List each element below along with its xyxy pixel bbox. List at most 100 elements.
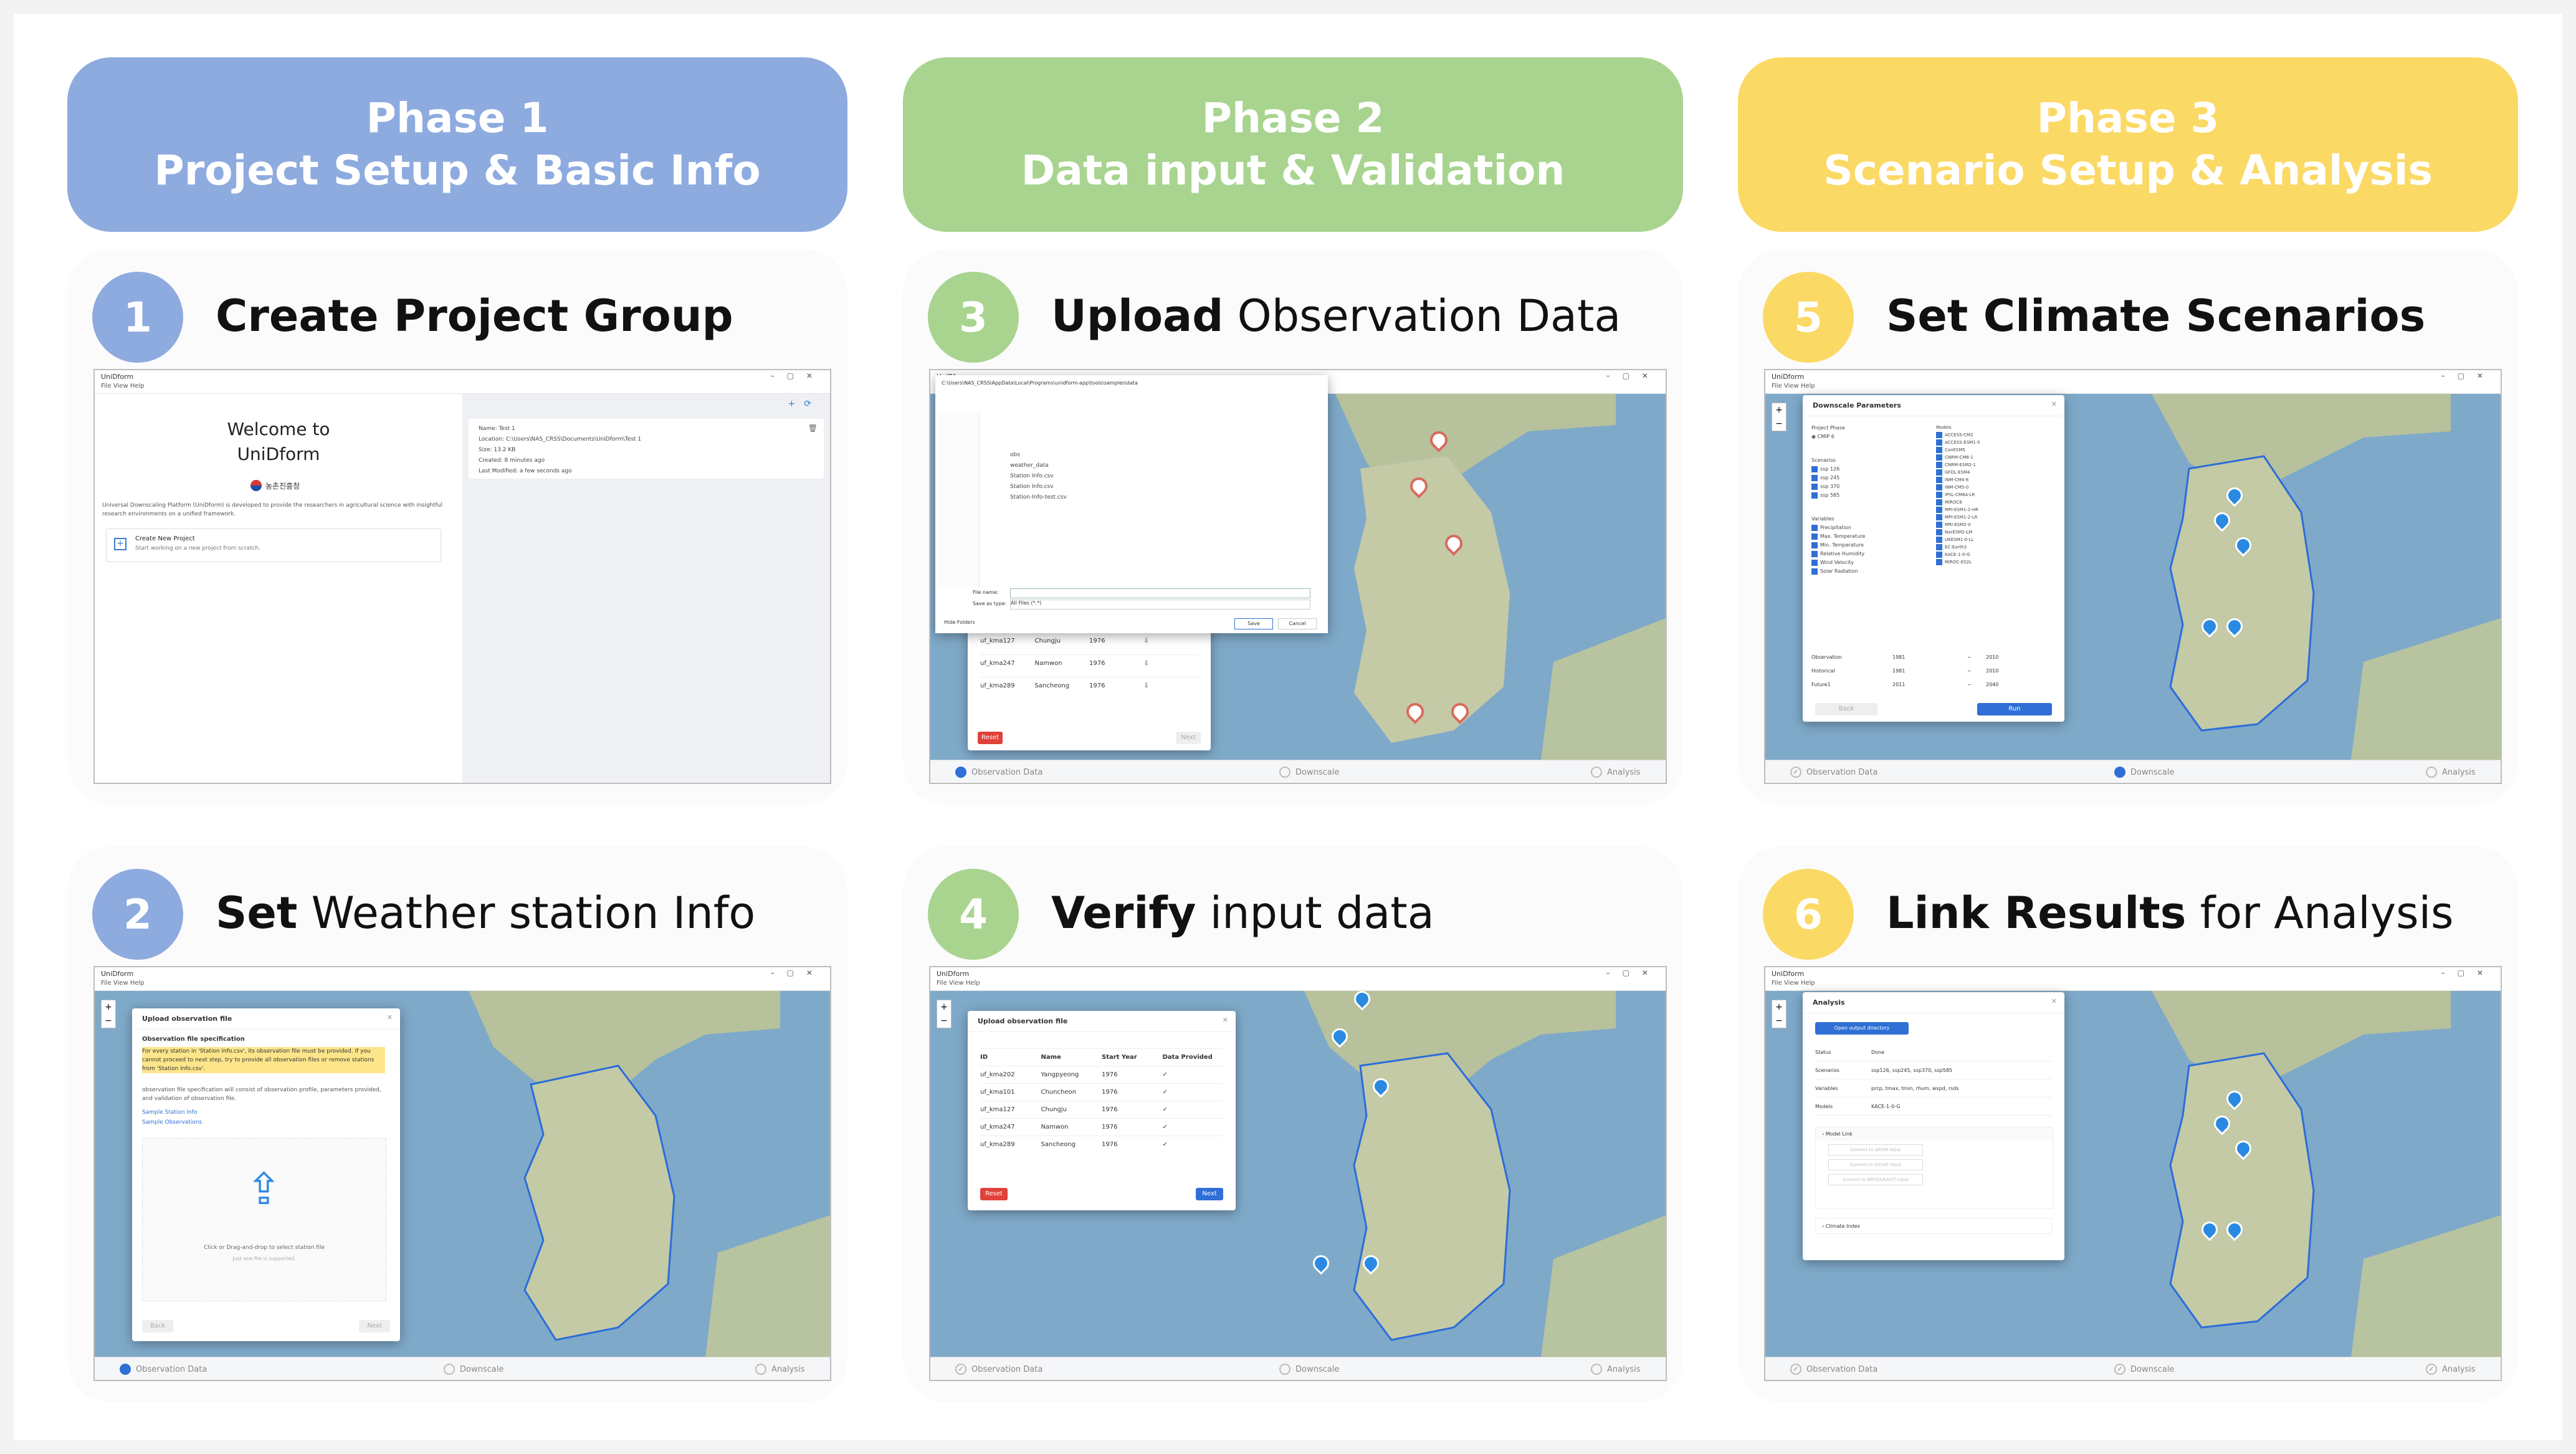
step-observation[interactable]: ✓ Observation Data [1790,767,1877,778]
convert-apsim-button[interactable]: Convert to APSIM Input [1828,1144,1923,1155]
step-downscale[interactable]: Downscale [1279,1364,1339,1375]
sample-station-link[interactable]: Sample Station Info [142,1109,198,1116]
reset-button[interactable]: Reset [978,732,1003,744]
download-icon[interactable]: ⇩ [1144,638,1199,644]
step-downscale[interactable]: Downscale [1279,767,1339,778]
variable-checkbox[interactable]: Relative Humidity [1811,550,1865,558]
cmip-radio[interactable]: ◉ CMIP 6 [1811,433,1865,441]
model-checkbox[interactable]: MPI-ESM1-2-HR [1936,506,1980,514]
step-analysis[interactable]: Analysis [2426,767,2476,778]
model-checkbox[interactable]: UKESM1-0-LL [1936,536,1980,543]
climate-index-section[interactable]: › Climate Index [1815,1218,2052,1234]
step-downscale[interactable]: Downscale [444,1364,503,1375]
model-checkbox[interactable]: ACCESS-CM2 [1936,431,1980,439]
file-item[interactable]: weather_data [1010,461,1067,471]
zoom-control[interactable]: + − [937,1000,952,1028]
model-checkbox[interactable]: KACE-1-0-G [1936,551,1980,558]
next-button[interactable]: Next [359,1320,390,1332]
model-checkbox[interactable]: INM-CM5-0 [1936,484,1980,491]
model-checkbox[interactable]: MIROC-ES2L [1936,558,1980,566]
close-icon[interactable]: ✕ [1223,1016,1228,1024]
convert-oryza-button[interactable]: Convert to ORYZA/KAIST Input [1828,1174,1923,1185]
nav-pane[interactable] [935,413,980,587]
file-item[interactable]: obs [1010,450,1067,461]
scenario-checkbox[interactable]: ssp 585 [1811,491,1865,500]
model-checkbox[interactable]: EC-Earth3 [1936,543,1980,551]
step-analysis[interactable]: Analysis [1591,767,1641,778]
next-button[interactable]: Next [1196,1188,1223,1200]
step-downscale[interactable]: Downscale [2114,767,2174,778]
variable-checkbox[interactable]: Precipitation [1811,524,1865,532]
window-controls[interactable]: –▢✕ [1606,969,1661,977]
window-controls[interactable]: –▢✕ [2441,969,2496,977]
run-button[interactable]: Run [1977,703,2052,715]
window-controls[interactable]: –▢✕ [771,969,825,977]
scenario-checkbox[interactable]: ssp 126 [1811,465,1865,474]
step-analysis[interactable]: Analysis [755,1364,805,1375]
app-menubar[interactable]: File View Help [1765,980,2501,991]
file-item[interactable]: Station-Info-test.csv [1010,492,1067,503]
delete-icon[interactable]: 🗑 [808,424,818,433]
back-button[interactable]: Back [142,1320,173,1332]
app-menubar[interactable]: File View Help [930,980,1666,991]
step-observation[interactable]: Observation Data [120,1364,207,1375]
step-downscale[interactable]: ✓ Downscale [2114,1364,2174,1375]
model-checkbox[interactable]: CanESM5 [1936,446,1980,454]
model-checkbox[interactable]: ACCESS-ESM1-5 [1936,439,1980,446]
path-bar[interactable]: C:\Users\NAS_CRSS\AppData\Local\Programs… [942,380,1315,386]
model-checkbox[interactable]: IPSL-CM6A-LR [1936,491,1980,499]
close-icon[interactable]: ✕ [2051,997,2057,1005]
back-button[interactable]: Back [1815,703,1877,715]
step-observation[interactable]: ✓ Observation Data [955,1364,1042,1375]
convert-dssat-button[interactable]: Convert to DSSAT Input [1828,1159,1923,1170]
close-icon[interactable]: ✕ [387,1013,393,1021]
project-card[interactable]: Name: Test 1 Location: C:\Users\NAS_CRSS… [469,419,824,479]
model-checkbox[interactable]: CNRM-CM6-1 [1936,454,1980,461]
zoom-control[interactable]: + − [1772,403,1787,431]
variable-checkbox[interactable]: Solar Radiation [1811,567,1865,576]
zoom-control[interactable]: + − [101,1000,116,1028]
hide-folders-toggle[interactable]: Hide Folders [944,619,975,625]
sample-observation-link[interactable]: Sample Observations [142,1119,202,1126]
step-observation[interactable]: ✓ Observation Data [1790,1364,1877,1375]
download-icon[interactable]: ⇩ [1144,682,1199,689]
download-icon[interactable]: ⇩ [1144,660,1199,667]
window-controls[interactable]: –▢✕ [1606,371,1661,380]
window-controls[interactable]: –▢✕ [771,371,825,380]
model-link-header[interactable]: › Model Link [1816,1127,2053,1141]
reset-button[interactable]: Reset [980,1188,1008,1200]
next-button[interactable]: Next [1176,732,1201,744]
window-controls[interactable]: –▢✕ [2441,371,2496,380]
model-checkbox[interactable]: NorESM2-LM [1936,529,1980,536]
app-menubar[interactable]: File View Help [95,383,830,394]
step-analysis[interactable]: Analysis [1591,1364,1641,1375]
model-checkbox[interactable]: GFDL-ESM4 [1936,469,1980,476]
variable-checkbox[interactable]: Wind Velocity [1811,558,1865,567]
app-menubar[interactable]: File View Help [1765,383,2501,394]
toolbar-icons[interactable]: +⟳ [788,399,820,409]
step-analysis[interactable]: ✓ Analysis [2426,1364,2476,1375]
model-checkbox[interactable]: CNRM-ESM2-1 [1936,461,1980,469]
model-link-section[interactable]: › Model Link Convert to APSIM Input Conv… [1815,1127,2053,1209]
file-item[interactable]: Station Info.csv [1010,471,1067,482]
close-icon[interactable]: ✕ [2051,400,2057,408]
file-item[interactable]: Station Info.csv [1010,482,1067,492]
scenario-checkbox[interactable]: ssp 245 [1811,474,1865,482]
model-checkbox[interactable]: MIROC6 [1936,499,1980,506]
model-checkbox[interactable]: INM-CM4-8 [1936,476,1980,484]
step-observation[interactable]: Observation Data [955,767,1042,778]
open-output-directory-button[interactable]: Open output directory [1815,1022,1909,1035]
save-type-select[interactable]: All Files (*.*) [1010,600,1310,610]
scenario-checkbox[interactable]: ssp 370 [1811,482,1865,491]
variable-checkbox[interactable]: Max. Temperature [1811,532,1865,541]
model-checkbox[interactable]: MRI-ESM2-0 [1936,521,1980,529]
app-menubar[interactable]: File View Help [95,980,830,991]
variable-checkbox[interactable]: Min. Temperature [1811,541,1865,550]
save-button[interactable]: Save [1234,618,1273,629]
file-dropzone[interactable]: ⇪ Click or Drag-and-drop to select stati… [142,1138,386,1301]
model-checkbox[interactable]: MPI-ESM1-2-LR [1936,514,1980,521]
create-project-button[interactable]: + Create New Project Start working on a … [106,529,441,562]
file-list[interactable]: obs weather_data Station Info.csv Statio… [1010,450,1067,503]
zoom-control[interactable]: + − [1772,1000,1787,1028]
file-name-input[interactable] [1010,588,1310,598]
